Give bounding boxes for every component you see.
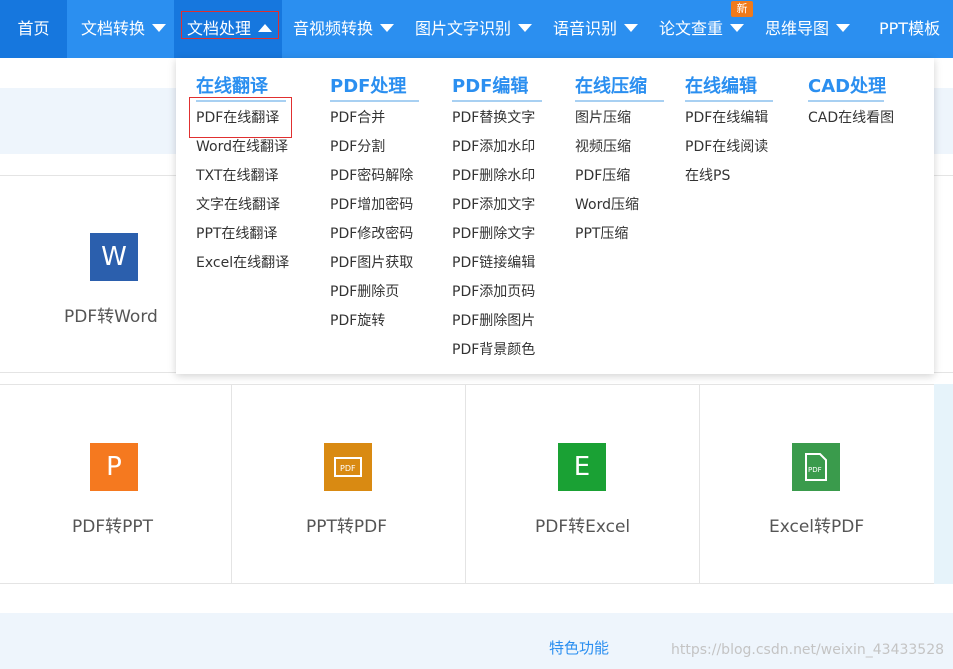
dropdown-col-title: PDF编辑 [452,76,529,97]
chevron-down-icon [380,24,395,32]
dropdown-item[interactable]: PDF在线阅读 [685,138,768,156]
dropdown-item[interactable]: PDF合并 [330,109,385,127]
nav-mindmap[interactable]: 思维导图 [765,0,851,58]
chevron-down-icon [730,24,745,32]
dropdown-item[interactable]: PDF替换文字 [452,109,535,127]
dropdown-item[interactable]: 图片压缩 [575,109,631,127]
word-glyph: W [101,242,127,272]
nav-mindmap-label: 思维导图 [765,19,830,38]
dropdown-item[interactable]: 在线PS [685,167,730,185]
new-badge: 新 [731,1,753,17]
selected-item-outline [189,97,292,138]
excel-glyph: E [573,452,591,482]
tool-excel-to-pdf[interactable]: Excel转PDF [769,512,864,537]
nav-plagiarism-label: 论文查重 [659,19,724,38]
dropdown-item[interactable]: PDF背景颜色 [452,341,535,359]
dropdown-item[interactable]: TXT在线翻译 [196,167,278,185]
grid-divider [0,384,953,385]
nav-doc-convert[interactable]: 文档转换 [81,0,167,58]
dropdown-item[interactable]: PDF密码解除 [330,167,413,185]
chevron-down-icon [152,24,167,32]
ppt-file-icon[interactable]: P [90,443,138,491]
feature-section-title[interactable]: 特色功能 [549,637,609,658]
dropdown-item[interactable]: PDF删除文字 [452,225,535,243]
nav-speech[interactable]: 语音识别 [553,0,639,58]
dropdown-item[interactable]: PDF增加密码 [330,196,413,214]
col-underline [330,100,419,102]
pdf-doc-glyph: PDF [805,453,827,481]
scroll-strip [934,384,953,584]
watermark: https://blog.csdn.net/weixin_43433528 [671,642,945,658]
grid-divider [465,384,466,584]
dropdown-col-title: 在线翻译 [196,76,268,97]
pdf-slide-glyph: PDF [334,457,362,477]
ppt-glyph: P [106,452,122,482]
col-underline [808,100,884,102]
dropdown-item[interactable]: PDF删除水印 [452,167,535,185]
nav-av-convert-label: 音视频转换 [293,19,374,38]
tool-pdf-to-ppt[interactable]: PDF转PPT [72,512,153,537]
tool-ppt-to-pdf[interactable]: PPT转PDF [306,512,387,537]
chevron-down-icon [624,24,639,32]
dropdown-item[interactable]: PPT在线翻译 [196,225,277,243]
dropdown-item[interactable]: Word在线翻译 [196,138,288,156]
dropdown-col-title: 在线编辑 [685,76,757,97]
col-underline [575,100,664,102]
dropdown-item[interactable]: PDF在线编辑 [685,109,768,127]
nav-doc-convert-label: 文档转换 [81,19,146,38]
dropdown-item[interactable]: Excel在线翻译 [196,254,289,272]
top-navbar: 首页 文档转换 文档处理 音视频转换 图片文字识别 语音识别 论文查重 新 思维… [0,0,953,58]
col-underline [452,100,542,102]
dropdown-item[interactable]: PPT压缩 [575,225,628,243]
nav-speech-label: 语音识别 [553,19,618,38]
dropdown-col-title: PDF处理 [330,76,407,97]
pdf-doc-icon[interactable]: PDF [792,443,840,491]
dropdown-col-title: CAD处理 [808,76,887,97]
nav-av-convert[interactable]: 音视频转换 [293,0,395,58]
nav-ocr-label: 图片文字识别 [415,19,512,38]
dropdown-item[interactable]: PDF添加水印 [452,138,535,156]
dropdown-item[interactable]: PDF删除页 [330,283,399,301]
pdf-doc-text: PDF [808,466,822,474]
dropdown-col-title: 在线压缩 [575,76,647,97]
chevron-down-icon [836,24,851,32]
dropdown-item[interactable]: CAD在线看图 [808,109,894,127]
excel-file-icon[interactable]: E [558,443,606,491]
nav-ppt-templates[interactable]: PPT模板 [879,0,940,58]
word-doc-icon[interactable]: W [90,233,138,281]
grid-divider [699,384,700,584]
dropdown-item[interactable]: PDF修改密码 [330,225,413,243]
dropdown-item[interactable]: PDF添加页码 [452,283,535,301]
dropdown-item[interactable]: Word压缩 [575,196,639,214]
grid-divider [0,583,953,584]
nav-home[interactable]: 首页 [0,0,67,58]
dropdown-item[interactable]: PDF图片获取 [330,254,413,272]
dropdown-item[interactable]: PDF旋转 [330,312,385,330]
dropdown-item[interactable]: PDF压缩 [575,167,630,185]
chevron-down-icon [518,24,533,32]
dropdown-item[interactable]: PDF分割 [330,138,385,156]
feature-band [0,613,953,669]
page: 首页 文档转换 文档处理 音视频转换 图片文字识别 语音识别 论文查重 新 思维… [0,0,953,669]
dropdown-item[interactable]: 文字在线翻译 [196,196,280,214]
tool-pdf-to-word[interactable]: PDF转Word [64,302,158,327]
grid-divider [231,384,232,584]
dropdown-item[interactable]: PDF删除图片 [452,312,535,330]
dropdown-item[interactable]: PDF链接编辑 [452,254,535,272]
nav-ocr[interactable]: 图片文字识别 [415,0,533,58]
pdf-slide-text: PDF [340,464,356,473]
nav-active-outline [181,11,279,39]
pdf-slide-icon[interactable]: PDF [324,443,372,491]
col-underline [685,100,773,102]
dropdown-item[interactable]: PDF添加文字 [452,196,535,214]
dropdown-item[interactable]: 视频压缩 [575,138,631,156]
tool-pdf-to-excel[interactable]: PDF转Excel [535,512,630,537]
